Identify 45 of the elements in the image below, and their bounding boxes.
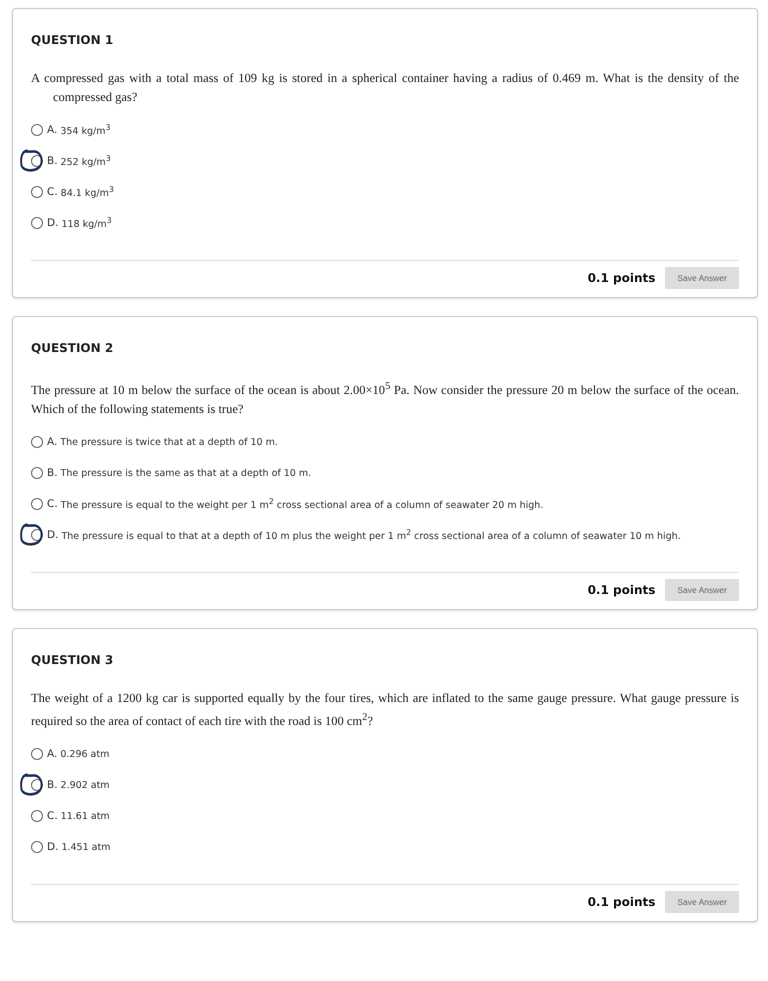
option-letter: D. — [47, 841, 58, 854]
question-title: QUESTION 1 — [31, 33, 114, 47]
option-text: The pressure is equal to that at a depth of 10 m plus the weight per 1 m$^{2}$ cross sectional area of a column of seawater 10 m high. — [61, 528, 681, 542]
radio-button[interactable] — [31, 748, 43, 760]
option-text: 2.902 atm — [60, 780, 110, 791]
points-label: 0.1 points — [588, 895, 656, 910]
option-letter: C. — [47, 498, 58, 510]
radio-button[interactable] — [31, 124, 43, 136]
save-answer-button[interactable]: Save Answer — [665, 579, 739, 602]
radio-button[interactable] — [31, 810, 43, 822]
question-title: QUESTION 3 — [31, 653, 114, 668]
question-text: A compressed gas with a total mass of 109 kg is stored in a spherical container having a radius of 0.469 m. What is the density of the compressed gas? — [31, 70, 739, 106]
radio-button[interactable] — [31, 436, 43, 448]
option-text: 118 kg/m$^{3}$ — [61, 216, 112, 230]
option-letter: B. — [47, 155, 58, 167]
option-letter: A. — [47, 748, 58, 760]
option-letter: C. — [47, 810, 58, 822]
question-text: The weight of a 1200 kg car is supported equally by the four tires, which are inflated to the same gauge pressure. What gauge pressure is required so the area of contact of each tire with the road is 100 cm$^{2}$? — [31, 690, 739, 730]
option-letter: C. — [47, 186, 58, 198]
option-letter: D. — [47, 217, 58, 229]
option-text: 84.1 kg/m$^{3}$ — [60, 184, 114, 200]
radio-button[interactable] — [31, 217, 43, 229]
points-label: 0.1 points — [588, 271, 656, 285]
option-text: 0.296 atm — [60, 748, 110, 760]
question-text: The pressure at 10 m below the surface of the ocean is about 2.00×10$^{5}$ Pa. Now consider the pressure 20 m below the surface of the ocean. Which of the following statements is true? — [31, 380, 739, 418]
option-text: The pressure is the same as that at a depth of 10 m. — [60, 468, 312, 479]
option-text: The pressure is equal to the weight per 1 m$^{2}$ cross sectional area of a column of seawater 20 m high. — [60, 497, 544, 512]
option-text: The pressure is twice that at a depth of 10 m. — [60, 436, 278, 448]
option-text: 1.451 atm — [61, 842, 110, 853]
save-answer-button[interactable]: Save Answer — [665, 267, 739, 289]
option-letter: A. — [47, 124, 58, 136]
save-answer-button[interactable]: Save Answer — [665, 891, 739, 914]
option-text: 11.61 atm — [60, 810, 110, 822]
question-title: QUESTION 2 — [31, 341, 114, 355]
option-letter: A. — [47, 436, 58, 448]
radio-button[interactable] — [31, 467, 43, 480]
option-text: 354 kg/m$^{3}$ — [60, 122, 111, 138]
radio-button[interactable] — [31, 498, 43, 510]
option-letter: D. — [47, 529, 58, 542]
points-label: 0.1 points — [588, 583, 656, 598]
radio-button[interactable] — [31, 841, 43, 854]
option-letter: B. — [47, 779, 58, 792]
option-text: 252 kg/m$^{3}$ — [60, 154, 111, 168]
radio-button[interactable] — [31, 186, 43, 198]
option-letter: B. — [47, 467, 58, 480]
